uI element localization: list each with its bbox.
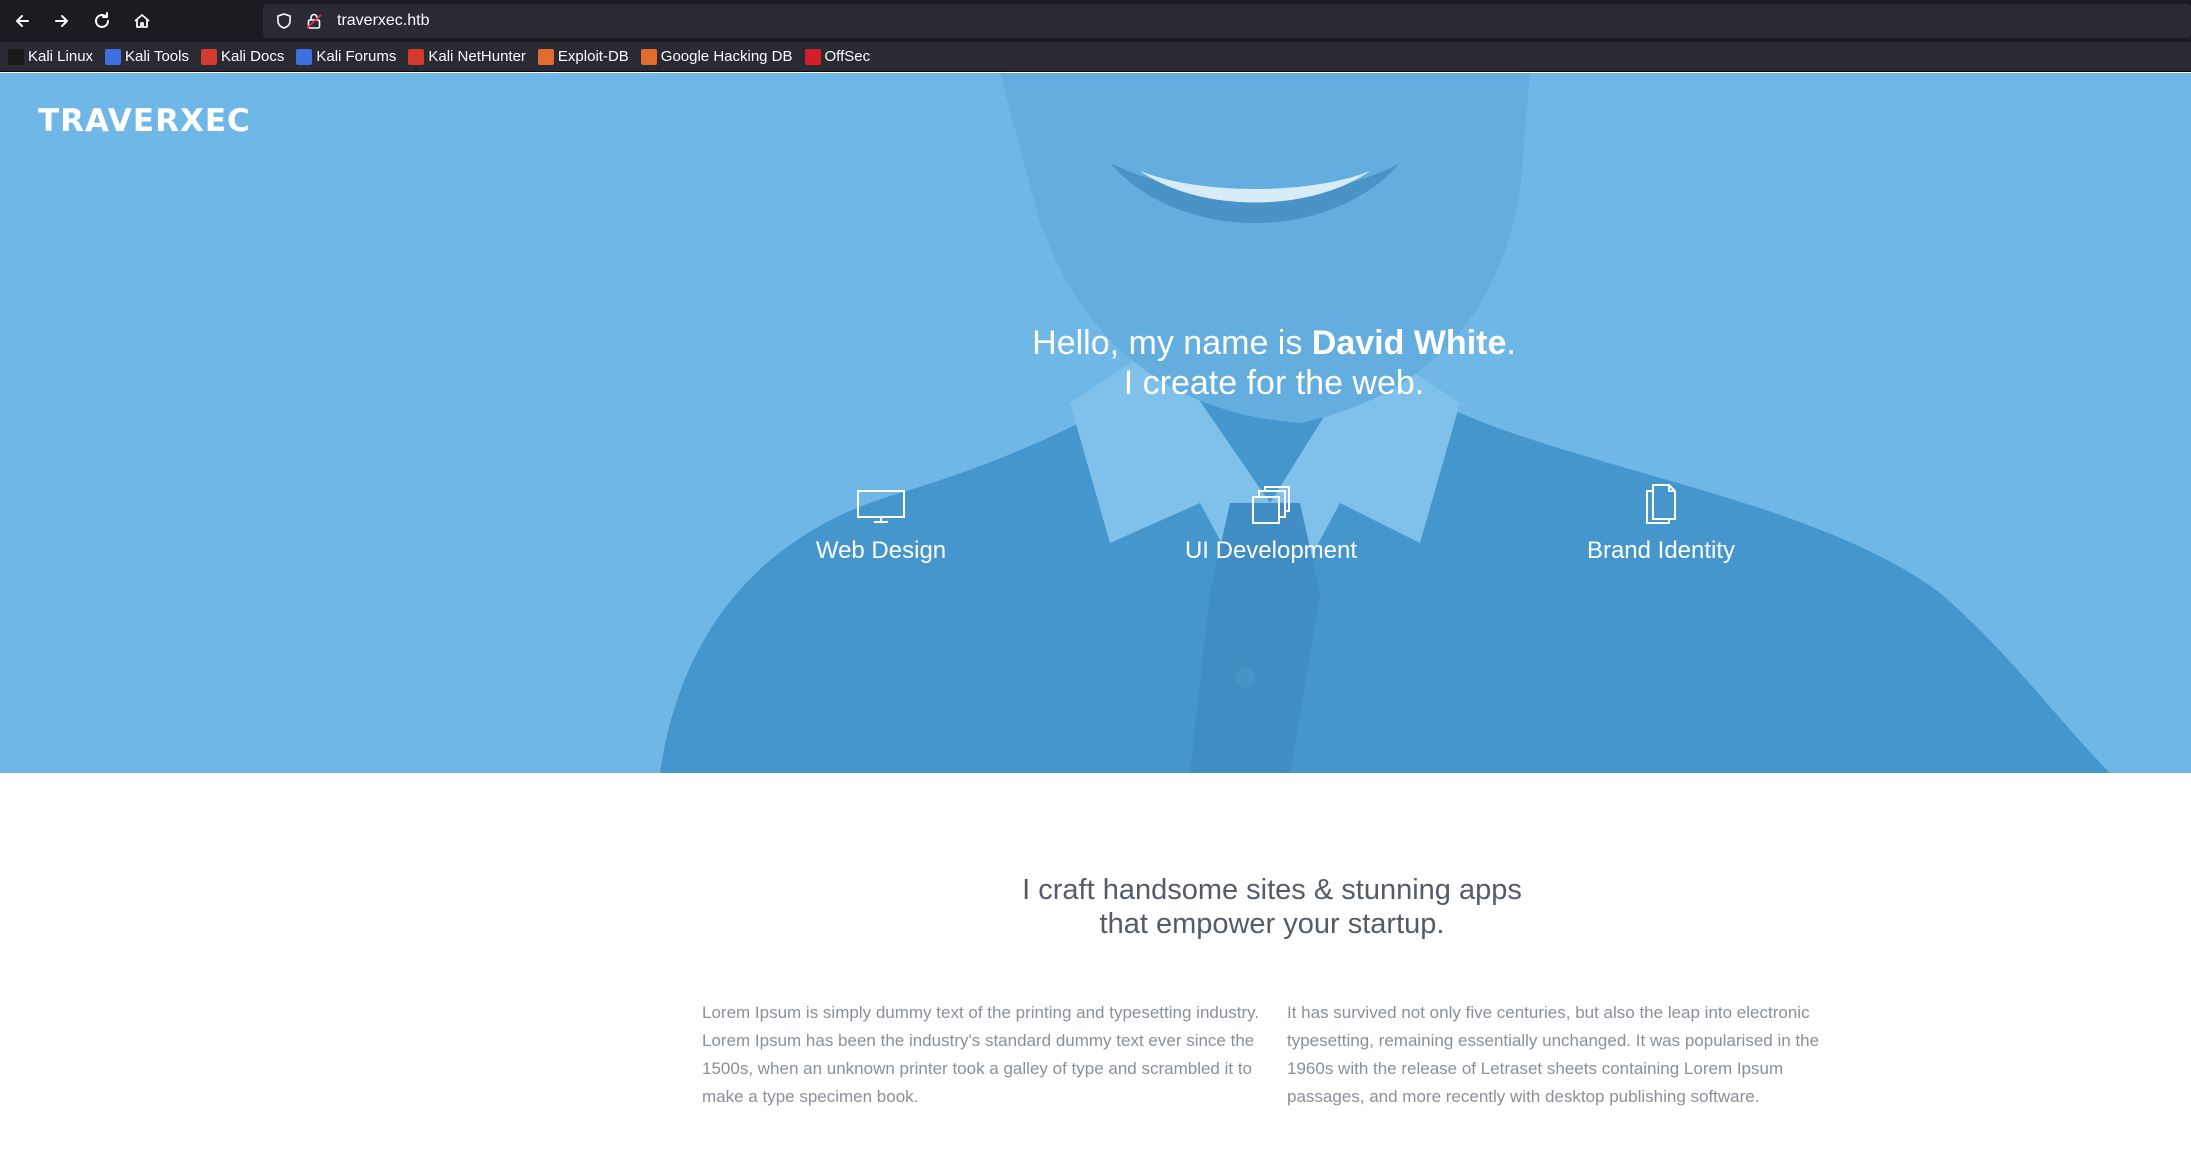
bookmark-label: Google Hacking DB xyxy=(660,48,793,65)
headline-name: David White xyxy=(1311,324,1507,362)
about-column-right: It has survived not only five centuries,… xyxy=(1287,1003,1820,1106)
bookmark-item[interactable]: Google Hacking DB xyxy=(640,48,793,65)
site-logo[interactable]: TRAVERXEC xyxy=(38,103,251,139)
section-tagline: I craft handsome sites & stunning apps t… xyxy=(0,873,2191,941)
tagline-line-2: that empower your startup. xyxy=(1099,908,1445,940)
home-button[interactable] xyxy=(124,3,160,39)
bookmark-favicon-icon xyxy=(105,48,122,65)
bookmark-item[interactable]: Exploit-DB xyxy=(537,48,629,65)
bookmark-favicon-icon xyxy=(408,48,425,65)
forward-button[interactable] xyxy=(44,3,80,39)
documents-icon xyxy=(1511,471,1811,525)
about-column-left: Lorem Ipsum is simply dummy text of the … xyxy=(702,1003,1260,1106)
bookmark-label: Kali Tools xyxy=(125,48,189,65)
bookmark-label: OffSec xyxy=(824,48,871,65)
address-bar[interactable]: traverxec.htb xyxy=(263,4,2191,38)
headline-line-1: Hello, my name is David White. xyxy=(0,323,2191,363)
bookmark-favicon-icon xyxy=(804,48,821,65)
arrow-right-icon xyxy=(55,15,68,27)
bookmark-item[interactable]: Kali Docs xyxy=(200,48,285,65)
tagline-line-1: I craft handsome sites & stunning apps xyxy=(1022,874,1522,906)
reload-icon xyxy=(95,12,109,28)
shield-icon[interactable] xyxy=(273,10,295,32)
arrow-left-icon xyxy=(16,15,29,27)
bookmark-item[interactable]: OffSec xyxy=(804,48,871,65)
back-button[interactable] xyxy=(4,3,40,39)
hero-background-photo xyxy=(0,73,2191,773)
bookmark-label: Kali NetHunter xyxy=(428,48,526,65)
bookmark-favicon-icon xyxy=(200,48,217,65)
bookmark-favicon-icon xyxy=(640,48,657,65)
headline-suffix: . xyxy=(1506,324,1516,362)
insecure-lock-icon[interactable] xyxy=(303,10,325,32)
bookmark-favicon-icon xyxy=(8,48,24,65)
monitor-icon xyxy=(731,471,1031,525)
bookmark-favicon-icon xyxy=(537,48,554,65)
service-label: UI Development xyxy=(1184,537,1358,564)
layers-icon xyxy=(1121,471,1421,525)
hero-section: TRAVERXEC Hello, my name is David White.… xyxy=(0,73,2191,773)
bookmark-label: Kali Docs xyxy=(220,48,285,65)
bookmark-label: Kali Forums xyxy=(316,48,397,65)
url-text: traverxec.htb xyxy=(337,12,430,29)
bookmark-item[interactable]: Kali Tools xyxy=(105,48,189,65)
bookmark-label: Exploit-DB xyxy=(557,48,629,65)
headline-line-2: I create for the web. xyxy=(1123,364,1425,402)
service-web-design: Web Design xyxy=(731,471,1031,565)
about-section: I craft handsome sites & stunning apps t… xyxy=(0,773,2191,1165)
headline-prefix: Hello, my name is xyxy=(1032,324,1312,362)
bookmark-label: Kali Linux xyxy=(28,48,94,65)
service-label: Web Design xyxy=(815,537,947,564)
reload-button[interactable] xyxy=(84,3,120,39)
bookmark-favicon-icon xyxy=(296,48,313,65)
bookmark-item[interactable]: Kali Linux xyxy=(8,48,93,65)
browser-toolbar: traverxec.htb xyxy=(0,0,2191,42)
bookmark-item[interactable]: Kali Forums xyxy=(296,48,396,65)
service-label: Brand Identity xyxy=(1586,537,1736,564)
bookmarks-bar: Kali Linux Kali Tools Kali Docs Kali Forums… xyxy=(0,42,2191,72)
bookmark-item[interactable]: Kali NetHunter xyxy=(408,48,526,65)
service-brand-identity: Brand Identity xyxy=(1511,471,1811,565)
service-ui-development: UI Development xyxy=(1121,471,1421,565)
hero-headline: Hello, my name is David White. I create … xyxy=(0,323,2191,403)
home-icon xyxy=(134,14,150,28)
